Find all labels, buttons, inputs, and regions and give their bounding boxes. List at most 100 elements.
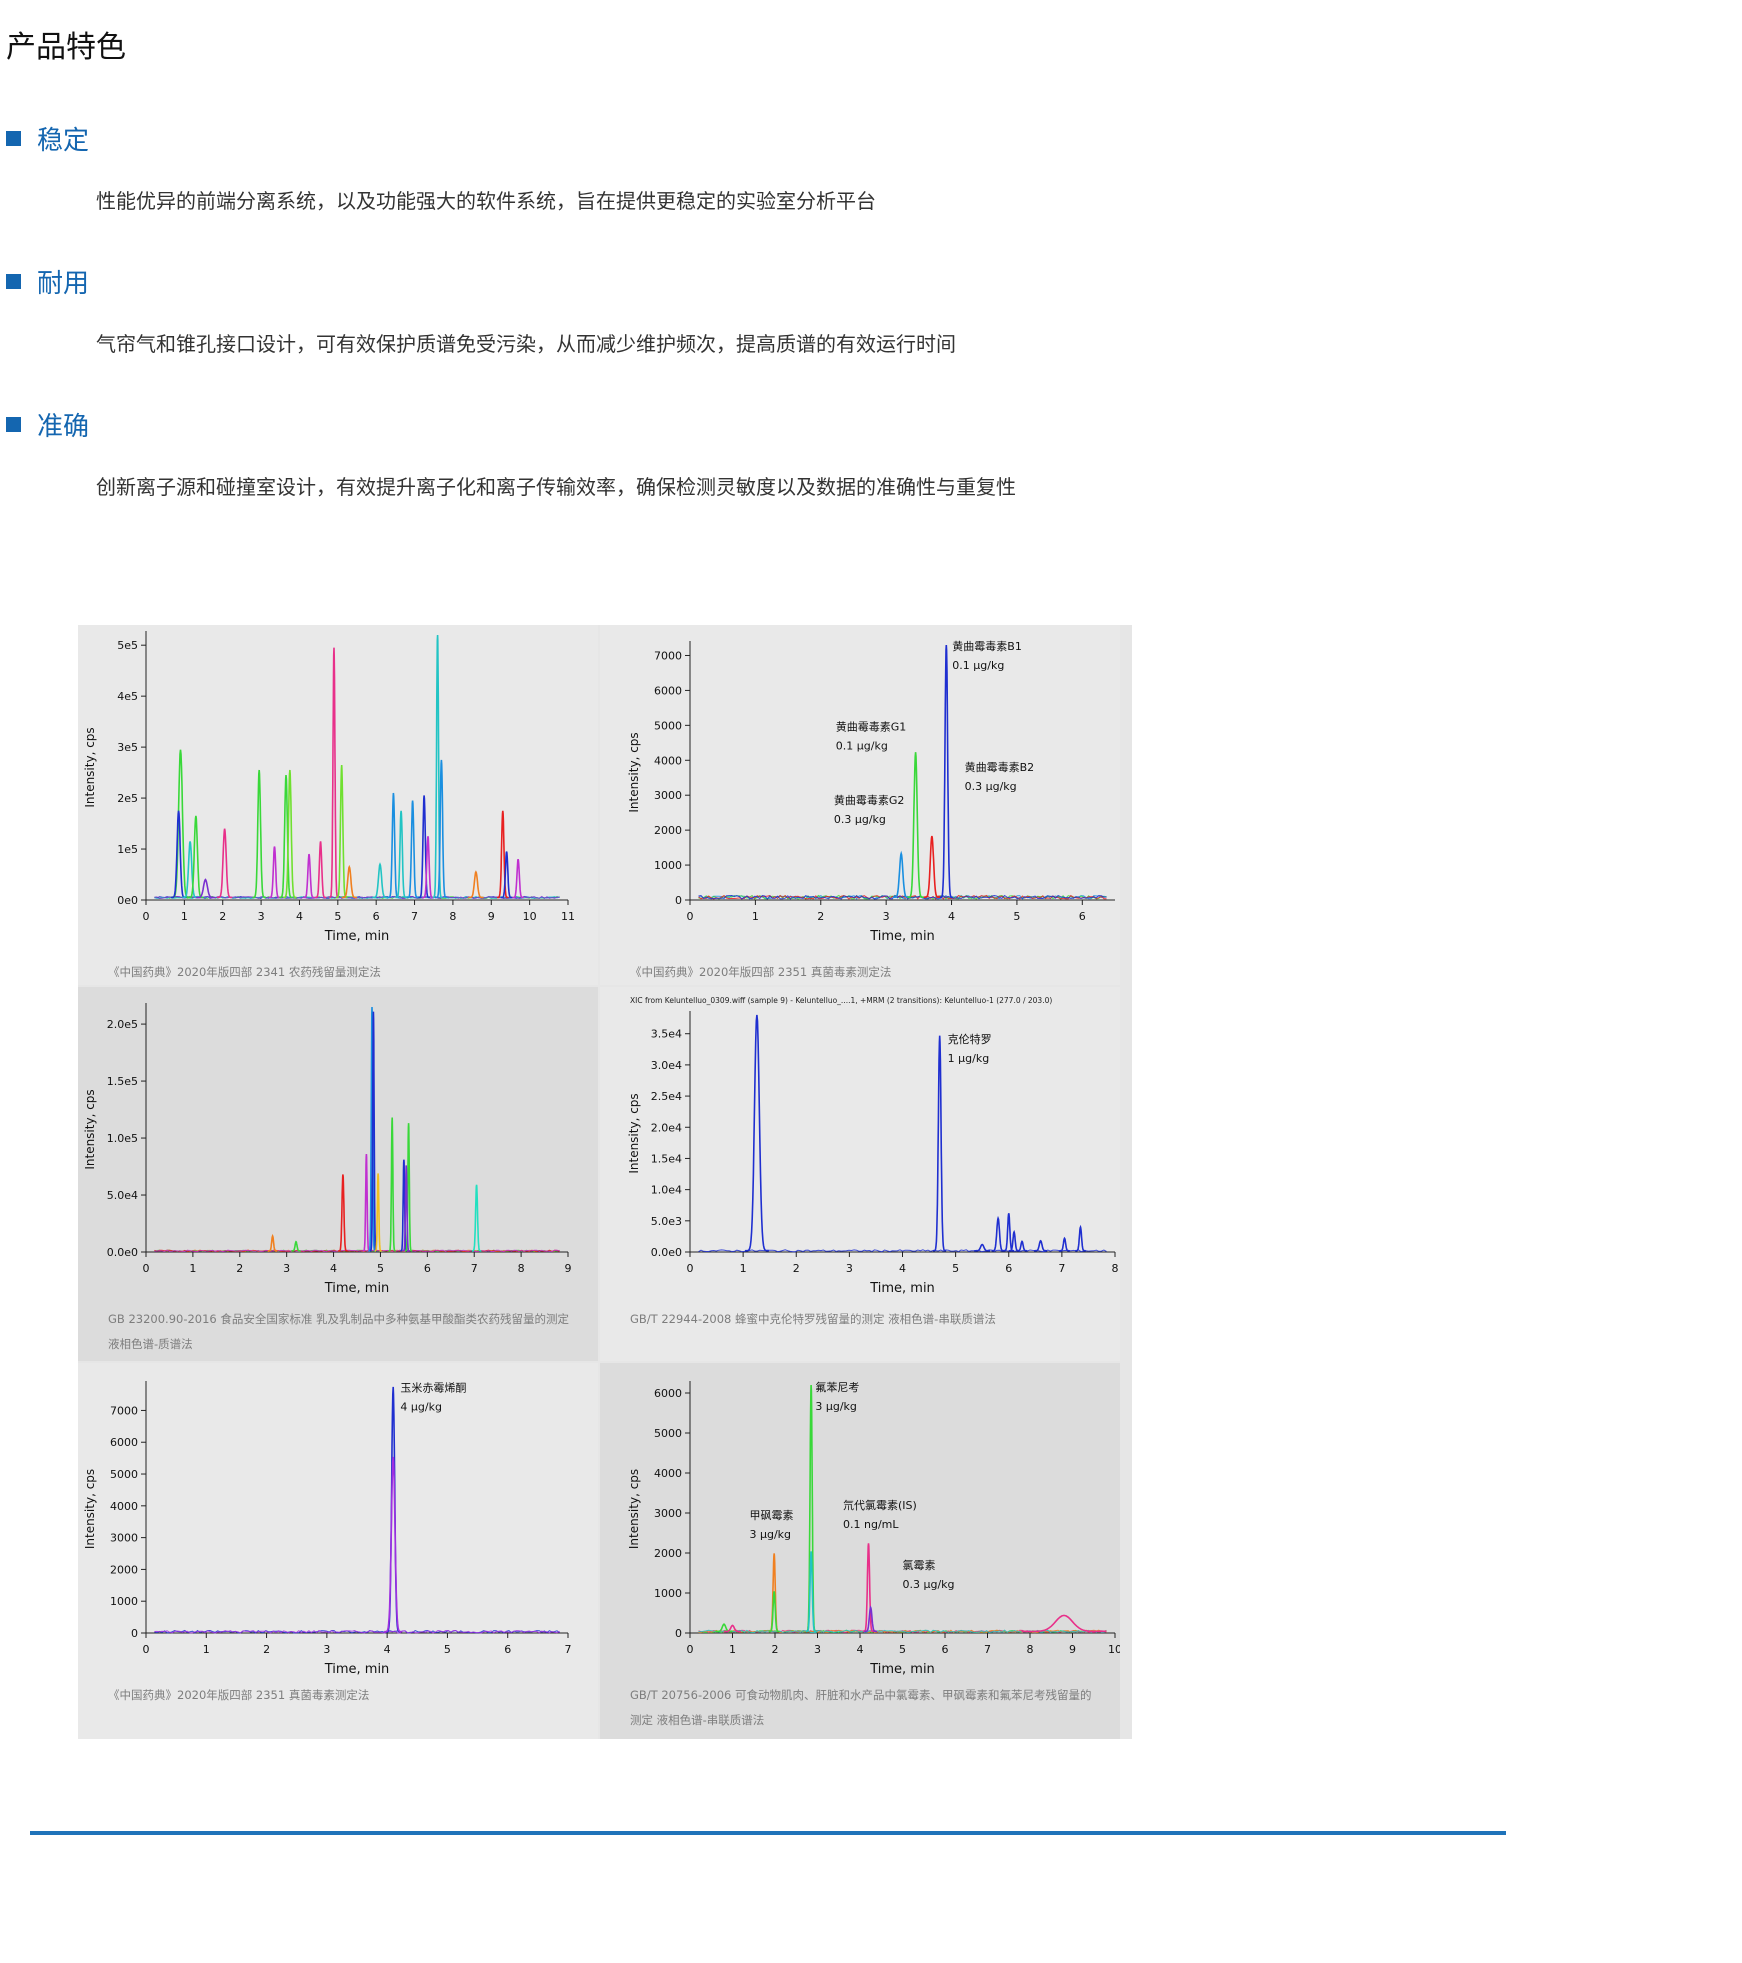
y-tick-label: 6000 (110, 1436, 138, 1449)
x-tick-label: 1 (203, 1643, 210, 1656)
feature-heading-durable: 耐用 (6, 263, 89, 300)
chromatogram-peak (372, 862, 388, 899)
chromatogram-peak (468, 870, 484, 899)
y-tick-label: 2.0e5 (107, 1018, 138, 1031)
feature-description: 气帘气和锥孔接口设计，可有效保护质谱免受污染，从而减少维护频次，提高质谱的有效运… (96, 332, 956, 356)
x-tick-label: 4 (948, 910, 955, 923)
x-tick-label: 6 (373, 910, 380, 923)
chromatogram-peak (252, 769, 266, 899)
chromatogram-peak (267, 1233, 278, 1252)
chromatogram-panel-chloramphenicol: 0 1 2 3 4 5 6 7 8 9 10 0 1000 2000 3000 4000 5000 6000 Tim… (600, 1363, 1120, 1739)
chromatogram-peak (512, 859, 524, 899)
x-tick-label: 7 (1058, 1262, 1065, 1275)
chart-caption: GB/T 22944-2008 蜂蜜中克伦特罗残留量的测定 液相色谱-串联质谱法 (630, 1312, 996, 1326)
y-axis-label: Intensity, cps (627, 1093, 641, 1173)
x-tick-label: 1 (740, 1262, 747, 1275)
peak-annotation-conc: 0.1 μg/kg (836, 740, 888, 753)
x-tick-label: 2 (817, 910, 824, 923)
x-tick-label: 0 (143, 1643, 150, 1656)
y-axis-label: Intensity, cps (83, 1089, 97, 1169)
x-tick-label: 3 (814, 1643, 821, 1656)
x-tick-label: 7 (411, 910, 418, 923)
y-tick-label: 6000 (654, 684, 682, 697)
x-tick-label: 4 (857, 1643, 864, 1656)
feature-heading-stable: 稳定 (6, 120, 89, 157)
chromatogram-peak (1075, 1224, 1086, 1252)
x-tick-label: 9 (565, 1262, 572, 1275)
x-tick-label: 2 (219, 910, 226, 923)
chromatogram-figure: 0 1 2 3 4 5 6 7 8 9 10 11 0e0 1e5 2e5 3e5 4e5 5e5 Time, mi… (78, 625, 1132, 1739)
chromatogram-peak (1059, 1236, 1070, 1252)
chromatogram-peak (500, 851, 513, 899)
x-tick-label: 2 (772, 1643, 779, 1656)
peak-annotation-conc: 4 μg/kg (400, 1400, 442, 1413)
x-tick-label: 10 (1108, 1643, 1120, 1656)
y-axis-label: Intensity, cps (627, 1469, 641, 1549)
chromatogram-peak (805, 1384, 817, 1633)
y-tick-label: 5.0e4 (107, 1189, 138, 1202)
x-tick-label: 8 (1027, 1643, 1034, 1656)
y-tick-label: 4000 (654, 754, 682, 767)
chromatogram-chart: 0 1 2 3 4 5 6 7 8 9 10 11 0e0 1e5 2e5 3e5 4e5 5e5 Time, mi… (83, 631, 575, 944)
x-axis-label: Time, min (869, 929, 935, 944)
x-tick-label: 4 (384, 1643, 391, 1656)
peak-annotation-name: 克伦特罗 (948, 1032, 992, 1046)
x-tick-label: 3 (258, 910, 265, 923)
y-tick-label: 3000 (654, 1507, 682, 1520)
x-tick-label: 3 (846, 1262, 853, 1275)
x-tick-label: 6 (504, 1643, 511, 1656)
chromatogram-panel-clenbuterol: 0 1 2 3 4 5 6 7 8 0.0e0 5.0e3 1.0e4 1.5e4 2.0e4 2.5e4 3… (600, 987, 1120, 1361)
chromatogram-peak (291, 1240, 301, 1252)
x-axis-label: Time, min (324, 1662, 390, 1677)
y-tick-label: 3.5e4 (651, 1028, 682, 1041)
chromatogram-panel-zearalenone: 0 1 2 3 4 5 6 7 0 1000 2000 3000 4000 5000 6000 7000 Tim… (78, 1363, 598, 1739)
x-tick-label: 0 (687, 910, 694, 923)
y-tick-label: 5000 (110, 1468, 138, 1481)
feature-title: 准确 (37, 412, 90, 442)
x-tick-label: 10 (523, 910, 537, 923)
y-tick-label: 1.5e4 (651, 1152, 682, 1165)
y-tick-label: 5000 (654, 1427, 682, 1440)
x-tick-label: 2 (236, 1262, 243, 1275)
x-tick-label: 5 (899, 1643, 906, 1656)
chromatogram-peak (314, 841, 327, 899)
y-tick-label: 5.0e3 (651, 1215, 682, 1228)
x-tick-label: 7 (565, 1643, 572, 1656)
x-tick-label: 8 (449, 910, 456, 923)
chart-title: XIC from Keluntelluo_0309.wiff (sample 9… (630, 996, 1052, 1005)
x-tick-label: 0 (143, 910, 150, 923)
peak-annotation-name: 氘代氯霉素(IS) (843, 1498, 917, 1512)
feature-title: 稳定 (37, 126, 90, 156)
chromatogram-peak (217, 828, 233, 899)
chromatogram-peak (768, 1591, 780, 1633)
chart-caption: 《中国药典》2020年版四部 2341 农药残留量测定法 (108, 965, 381, 979)
x-tick-label: 4 (899, 1262, 906, 1275)
x-tick-label: 3 (883, 910, 890, 923)
chromatogram-peak (388, 1117, 396, 1252)
x-tick-label: 5 (444, 1643, 451, 1656)
peak-annotation-conc: 0.1 μg/kg (952, 659, 1004, 672)
chromatogram-panel-aflatoxin: 0 1 2 3 4 5 6 0 1000 2000 3000 4000 5000 6000 7000 Time… (600, 625, 1120, 985)
chromatogram-chart: 0 1 2 3 4 5 6 0 1000 2000 3000 4000 5000 6000 7000 Time… (627, 639, 1115, 944)
feature-title: 耐用 (37, 269, 90, 299)
peak-annotation-name: 氟苯尼考 (815, 1380, 859, 1394)
x-tick-label: 6 (424, 1262, 431, 1275)
y-tick-label: 3.0e4 (651, 1059, 682, 1072)
bottom-divider (30, 1831, 1506, 1835)
chromatogram-peak (932, 1035, 947, 1252)
chromatogram-peak (744, 1014, 770, 1252)
x-tick-label: 11 (561, 910, 575, 923)
y-tick-label: 6000 (654, 1387, 682, 1400)
chart-caption: 《中国药典》2020年版四部 2351 真菌毒素测定法 (630, 965, 892, 979)
chromatogram-peak (384, 1456, 403, 1633)
x-tick-label: 9 (1069, 1643, 1076, 1656)
y-tick-label: 1e5 (117, 843, 138, 856)
peak-annotation-conc: 0.3 μg/kg (965, 780, 1017, 793)
peak-annotation-name: 甲砜霉素 (750, 1509, 794, 1522)
chromatogram-peak (188, 815, 204, 899)
x-tick-label: 8 (518, 1262, 525, 1275)
y-tick-label: 2.5e4 (651, 1090, 682, 1103)
chromatogram-peak (303, 853, 315, 899)
y-tick-label: 2000 (654, 824, 682, 837)
chromatogram-chart: 0 1 2 3 4 5 6 7 8 0.0e0 5.0e3 1.0e4 1.5e4 2.0e4 2.5e4 3… (627, 996, 1119, 1296)
